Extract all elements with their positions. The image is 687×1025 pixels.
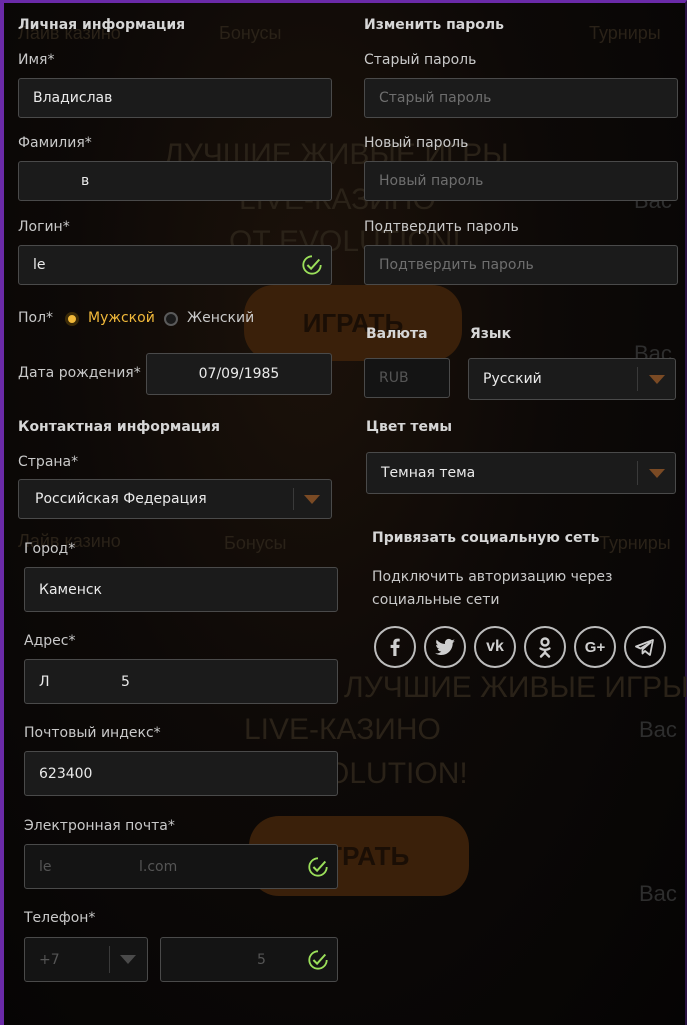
social-heading: Привязать социальную сеть (372, 530, 600, 546)
postal-label: Почтовый индекс* (24, 725, 161, 741)
first-name-field[interactable]: Владислав (18, 78, 332, 118)
bg-nav-item: Турниры (589, 23, 661, 43)
gender-female-label[interactable]: Женский (187, 310, 254, 326)
currency-label: Валюта (366, 326, 428, 342)
gender-label: Пол* (18, 310, 54, 326)
bg-nav-item: Турниры (599, 533, 671, 553)
gender-male-label[interactable]: Мужской (88, 310, 155, 326)
city-value: Каменск (39, 581, 102, 598)
language-select[interactable]: Русский (468, 358, 676, 400)
social-description: Подключить авторизацию через социальные … (372, 569, 613, 608)
currency-value: RUB (379, 370, 409, 386)
bg-side-text: Bac (639, 881, 677, 906)
postal-field[interactable]: 623400 (24, 751, 338, 796)
bg-side-text: Bac (639, 717, 677, 742)
gender-male-radio[interactable] (65, 312, 79, 326)
old-password-label: Старый пароль (364, 52, 477, 68)
bg-banner-line: LIVE-КАЗИНО (244, 713, 441, 746)
new-password-label: Новый пароль (364, 135, 469, 151)
address-value-start: Л (39, 673, 50, 690)
chevron-down-icon (649, 469, 665, 478)
city-label: Город* (24, 541, 76, 557)
valid-check-icon (308, 856, 328, 877)
gender-female-radio[interactable] (164, 312, 178, 326)
last-name-value: в (81, 173, 90, 189)
twitter-icon[interactable] (424, 626, 466, 668)
login-label: Логин* (18, 219, 70, 235)
new-password-placeholder: Новый пароль (379, 173, 484, 189)
chevron-down-icon (120, 955, 136, 964)
email-label: Электронная почта* (24, 818, 175, 834)
first-name-label: Имя* (18, 52, 55, 68)
bg-play-button: ИГРАТЬ (244, 285, 462, 361)
postal-value: 623400 (39, 765, 93, 782)
confirm-password-label: Подтвердить пароль (364, 219, 519, 235)
facebook-icon[interactable] (374, 626, 416, 668)
odnoklassniki-icon[interactable] (524, 626, 566, 668)
valid-check-icon (302, 255, 322, 275)
new-password-field[interactable]: Новый пароль (364, 161, 678, 201)
login-field[interactable]: le (18, 245, 332, 285)
contact-info-heading: Контактная информация (18, 419, 220, 435)
theme-select[interactable]: Темная тема (366, 452, 676, 494)
login-value: le (33, 257, 46, 273)
bg-nav-item: Бонусы (224, 533, 287, 553)
page-frame: Лайв казино Бонусы Турниры ЛУЧШИЕ ЖИВЫЕ … (0, 0, 687, 1025)
email-value-end: l.com (139, 858, 178, 875)
last-name-label: Фамилия* (18, 135, 92, 151)
confirm-password-field[interactable]: Подтвердить пароль (364, 245, 678, 285)
address-field[interactable]: Л 5 (24, 659, 338, 704)
address-label: Адрес* (24, 633, 76, 649)
last-name-field[interactable]: в (18, 161, 332, 201)
bg-banner-line: ЛУЧШИЕ ЖИВЫЕ ИГРЫ (344, 671, 687, 704)
telegram-icon[interactable] (624, 626, 666, 668)
chevron-down-icon (304, 495, 320, 504)
phone-value-end: 5 (257, 951, 266, 968)
phone-code-value: +7 (39, 951, 60, 968)
bg-nav-item: Бонусы (219, 23, 282, 43)
old-password-placeholder: Старый пароль (379, 90, 492, 106)
country-value: Российская Федерация (35, 491, 207, 507)
theme-value: Темная тема (381, 465, 476, 481)
currency-field: RUB (364, 358, 450, 398)
email-field[interactable]: le l.com (24, 844, 338, 889)
old-password-field[interactable]: Старый пароль (364, 78, 678, 118)
vk-icon[interactable]: vk (474, 626, 516, 668)
valid-check-icon (308, 949, 328, 970)
personal-info-heading: Личная информация (18, 17, 186, 33)
theme-label: Цвет темы (366, 419, 453, 435)
phone-number-field[interactable]: 5 (160, 937, 338, 982)
address-value-end: 5 (121, 673, 130, 690)
confirm-password-placeholder: Подтвердить пароль (379, 257, 534, 273)
language-value: Русский (483, 371, 542, 387)
first-name-value: Владислав (33, 90, 113, 106)
phone-code-select[interactable]: +7 (24, 937, 148, 982)
country-label: Страна* (18, 454, 79, 470)
language-label: Язык (470, 326, 512, 342)
country-select[interactable]: Российская Федерация (18, 479, 332, 519)
google-plus-icon[interactable]: G+ (574, 626, 616, 668)
email-value-start: le (39, 858, 52, 875)
phone-label: Телефон* (24, 910, 96, 926)
dob-label: Дата рождения* (18, 365, 141, 381)
dob-value: 07/09/1985 (198, 366, 280, 382)
dob-field[interactable]: 07/09/1985 (146, 353, 332, 395)
city-field[interactable]: Каменск (24, 567, 338, 612)
chevron-down-icon (649, 375, 665, 384)
change-password-heading: Изменить пароль (364, 17, 504, 33)
